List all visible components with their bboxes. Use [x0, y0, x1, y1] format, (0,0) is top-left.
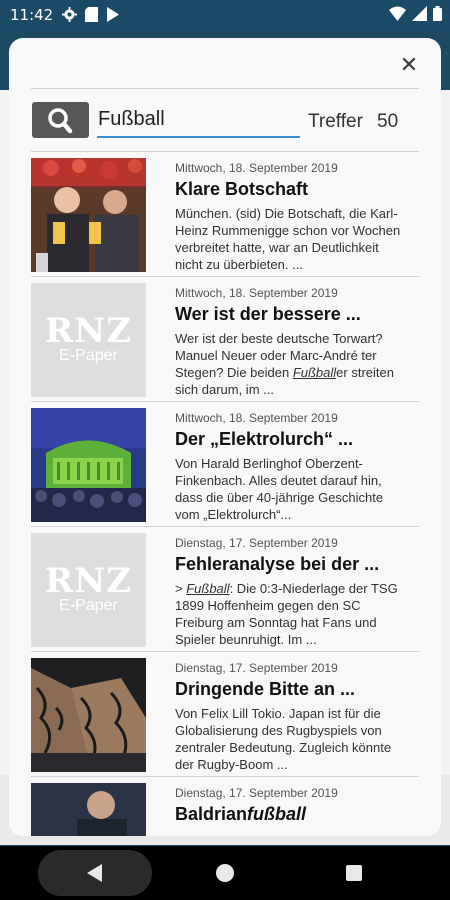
result-item[interactable]: RNZ E-Paper Dienstag, 17. September 2019… [31, 527, 419, 652]
result-thumbnail [31, 658, 146, 772]
result-item[interactable]: Dienstag, 17. September 2019 Baldrianfuß… [31, 777, 419, 836]
result-thumbnail [31, 408, 146, 522]
search-highlight: fußball [247, 804, 307, 824]
result-thumbnail-placeholder: RNZ E-Paper [31, 533, 146, 647]
rnz-subtitle: E-Paper [59, 597, 118, 614]
result-date: Mittwoch, 18. September 2019 [175, 411, 338, 425]
signal-icon [412, 6, 427, 21]
search-icon [48, 108, 73, 134]
sd-card-icon [85, 7, 98, 22]
result-date: Mittwoch, 18. September 2019 [175, 161, 338, 175]
result-date: Dienstag, 17. September 2019 [175, 536, 338, 550]
result-teaser: Wer ist der beste deutsche Torwart? Manu… [175, 331, 394, 397]
result-title: Dringende Bitte an ... [175, 679, 356, 699]
search-input[interactable] [97, 104, 300, 134]
result-item[interactable]: RNZ E-Paper Mittwoch, 18. September 2019… [31, 277, 419, 402]
play-store-icon [107, 7, 119, 22]
search-dialog: ✕ Treffer 50 [9, 38, 441, 836]
results-list: Mittwoch, 18. September 2019 Klare Botsc… [31, 152, 419, 836]
result-title: Klare Botschaft [175, 179, 309, 199]
result-date: Dienstag, 17. September 2019 [175, 661, 338, 675]
result-teaser: Von Felix Lill Tokio. Japan ist für die … [175, 706, 392, 772]
result-item[interactable]: Mittwoch, 18. September 2019 Der „Elektr… [31, 402, 419, 527]
result-teaser: München. (sid) Die Botschaft, die Karl-H… [175, 206, 401, 272]
result-title: Baldrianfußball [175, 804, 307, 824]
status-time: 11:42 [10, 6, 54, 24]
search-field[interactable] [97, 104, 300, 138]
recent-apps-icon[interactable] [346, 865, 362, 881]
rnz-logo: RNZ [44, 311, 133, 351]
hits-count: 50 [377, 111, 399, 132]
result-title: Der „Elektrolurch“ ... [175, 429, 354, 449]
status-bar: 11:42 [0, 0, 450, 30]
result-teaser: Von Harald Berlinghof Oberzent-Finkenbac… [175, 456, 384, 522]
home-icon[interactable] [216, 864, 234, 882]
close-icon[interactable]: ✕ [399, 55, 419, 77]
rnz-subtitle: E-Paper [59, 347, 118, 364]
result-teaser: > Fußball: Die 0:3-Niederlage der TSG 18… [175, 581, 398, 647]
search-button[interactable] [32, 102, 89, 138]
result-title: Fehleranalyse bei der ... [175, 554, 380, 574]
result-thumbnail [31, 783, 146, 836]
hits-label: Treffer [308, 111, 363, 132]
result-item[interactable]: Mittwoch, 18. September 2019 Klare Botsc… [31, 152, 419, 277]
result-item[interactable]: Dienstag, 17. September 2019 Dringende B… [31, 652, 419, 777]
result-thumbnail [31, 158, 146, 272]
result-date: Dienstag, 17. September 2019 [175, 786, 338, 800]
search-highlight: Fußball [186, 581, 230, 596]
result-date: Mittwoch, 18. September 2019 [175, 286, 338, 300]
divider [31, 88, 419, 89]
result-thumbnail-placeholder: RNZ E-Paper [31, 283, 146, 397]
back-icon[interactable] [87, 864, 102, 882]
wifi-icon [389, 6, 406, 21]
result-title: Wer ist der bessere ... [175, 304, 361, 324]
rnz-logo: RNZ [44, 561, 133, 601]
search-highlight: Fußball [292, 365, 337, 380]
system-nav-bar [0, 846, 450, 900]
battery-icon [433, 6, 442, 21]
gear-icon [62, 7, 77, 22]
